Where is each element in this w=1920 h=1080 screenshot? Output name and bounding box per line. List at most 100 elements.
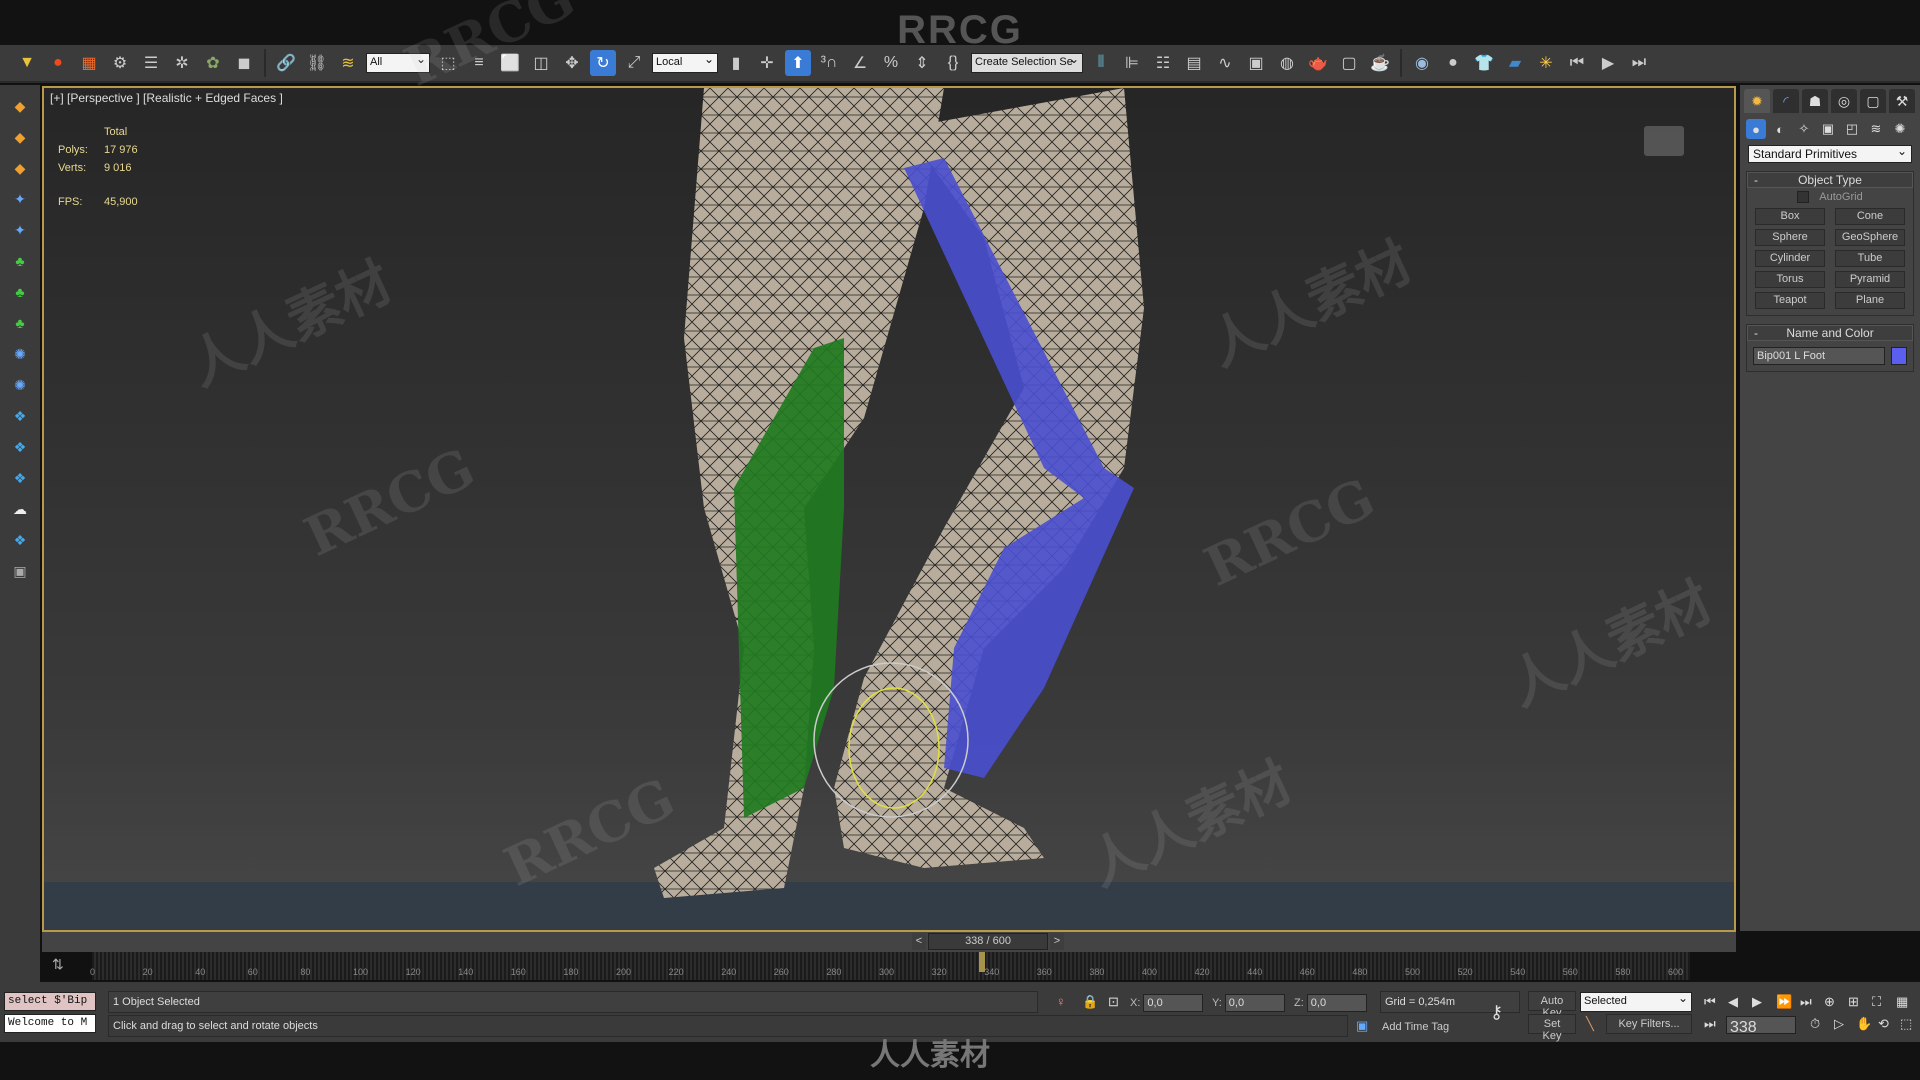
eraser-icon[interactable]: ▰ [1502,50,1528,76]
utilities-tab[interactable]: ⚒ [1889,89,1915,113]
helper-icon[interactable]: ❖ [8,467,32,489]
environment-icon[interactable]: ◉ [1409,50,1435,76]
helper-icon[interactable]: ❖ [8,405,32,427]
key-tangent-icon[interactable]: ╲ [1586,1016,1594,1032]
create-icon[interactable]: ◆ [8,126,32,148]
workspace-icon[interactable]: ▼ [14,50,40,76]
object-name-input[interactable]: Bip001 L Foot [1753,347,1885,365]
previous-frame-icon[interactable]: ◀ [1728,994,1738,1010]
scene-explorer-icon[interactable]: ▤ [1181,50,1207,76]
track-bar[interactable]: 0 20 40 60 80 100 120 140 160 180 200 220 240 260 280 3… [90,952,1690,980]
primitive-box-button[interactable]: Box [1755,208,1825,225]
primitive-sphere-button[interactable]: Sphere [1755,229,1825,246]
unlink-icon[interactable]: ⛓ [304,50,330,76]
spinner-snap-icon[interactable]: ⇕ [909,50,935,76]
next-frame-icon[interactable]: ⏩ [1776,994,1792,1010]
modify-tab[interactable]: ◜ [1773,89,1799,113]
primitive-torus-button[interactable]: Torus [1755,271,1825,288]
vdb-icon[interactable]: ✺ [8,374,32,396]
key-mode-dropdown[interactable]: Selected [1580,991,1692,1012]
play-icon[interactable]: ▶ [1752,994,1762,1010]
viewcube[interactable] [1644,126,1684,156]
create-icon[interactable]: ◆ [8,157,32,179]
geometry-icon[interactable]: ● [1746,119,1766,139]
rendered-frame-icon[interactable]: ▢ [1336,50,1362,76]
plant-icon[interactable]: ♣ [8,312,32,334]
play-icon[interactable]: ▶ [1595,50,1621,76]
perspective-viewport[interactable]: [+] [Perspective ] [Realistic + Edged Fa… [42,86,1736,932]
angle-snap-icon[interactable]: ∠ [847,50,873,76]
render-setup-icon[interactable]: 🫖 [1305,50,1331,76]
box-icon[interactable]: ◼ [231,50,257,76]
layer-icon[interactable]: ☷ [1150,50,1176,76]
sphere-icon[interactable]: ● [1440,50,1466,76]
rect-selection-icon[interactable]: ⬜ [497,50,523,76]
object-type-header[interactable]: - Object Type [1747,172,1913,188]
material-editor-icon[interactable]: ◍ [1274,50,1300,76]
vdb-icon[interactable]: ✺ [8,343,32,365]
zoom-extents-icon[interactable]: ⛶ [1872,994,1881,1010]
orbit-icon[interactable]: ⟲ [1878,1016,1889,1032]
key-filters-button[interactable]: Key Filters... [1606,1014,1692,1034]
list-icon[interactable]: ☰ [138,50,164,76]
set-key-button[interactable]: Set Key [1528,1014,1576,1042]
motion-tab[interactable]: ◎ [1831,89,1857,113]
autogrid-checkbox[interactable] [1797,191,1810,203]
select-object-icon[interactable]: ⬚ [435,50,461,76]
rotate-icon[interactable]: ↻ [590,50,616,76]
go-to-start-icon[interactable]: ⏮ [1704,994,1716,1010]
align-icon[interactable]: ⊫ [1119,50,1145,76]
cloud-icon[interactable]: ☁ [8,498,32,520]
time-config-icon[interactable]: ⏱ [1810,1016,1820,1032]
category-dropdown[interactable]: Standard Primitives [1748,144,1912,163]
brick-icon[interactable]: ▦ [76,50,102,76]
primitive-pyramid-button[interactable]: Pyramid [1835,271,1905,288]
keyboard-shortcut-icon[interactable]: ⬆ [785,50,811,76]
pan-icon[interactable]: ✋ [1856,1016,1872,1032]
primitive-teapot-button[interactable]: Teapot [1755,292,1825,309]
named-selection-dropdown[interactable]: Create Selection Se [971,52,1083,73]
maxscript-listener-line[interactable]: select $'Bip [4,992,96,1011]
viewport-label[interactable]: [+] [Perspective ] [Realistic + Edged Fa… [50,91,283,105]
particles-icon[interactable]: ✲ [169,50,195,76]
bone-icon[interactable]: ✦ [8,188,32,210]
key-mode-toggle-icon[interactable]: ⏭ [1704,1016,1716,1032]
primitive-tube-button[interactable]: Tube [1835,250,1905,267]
snap-3d-icon[interactable]: ³∩ [816,50,842,76]
selection-filter-dropdown[interactable]: All [366,52,430,73]
lock-icon[interactable]: 🔒 [1082,994,1098,1010]
create-tab[interactable]: ✹ [1744,89,1770,113]
cloth-icon[interactable]: 👕 [1471,50,1497,76]
helper-icon[interactable]: ❖ [8,529,32,551]
set-key-icon[interactable]: ⚷ [1490,1002,1503,1023]
time-tag-icon[interactable]: ▣ [1356,1018,1368,1034]
plant-icon[interactable]: ✿ [200,50,226,76]
time-prev-button[interactable]: < [912,933,926,950]
add-time-tag-button[interactable]: Add Time Tag [1378,1018,1478,1038]
spacewarps-icon[interactable]: ≋ [1866,119,1886,139]
object-color-swatch[interactable] [1891,347,1907,365]
step-forward-icon[interactable]: ⏭ [1626,50,1652,76]
primitive-cylinder-button[interactable]: Cylinder [1755,250,1825,267]
zoom-all-icon[interactable]: ⊞ [1848,994,1859,1010]
create-icon[interactable]: ◆ [8,95,32,117]
cameras-icon[interactable]: ▣ [1818,119,1838,139]
hierarchy-tab[interactable]: ☗ [1802,89,1828,113]
display-tab[interactable]: ▢ [1860,89,1886,113]
zoom-icon[interactable]: ⊕ [1824,994,1835,1010]
reference-coord-dropdown[interactable]: Local [652,52,718,73]
zoom-extents-all-icon[interactable]: ▦ [1896,994,1908,1010]
gear-icon[interactable]: ⚙ [107,50,133,76]
record-icon[interactable]: ● [45,50,71,76]
bind-space-warp-icon[interactable]: ≋ [335,50,361,76]
isolate-icon[interactable]: ♀ [1056,994,1066,1009]
helper-icon[interactable]: ❖ [8,436,32,458]
move-icon[interactable]: ✥ [559,50,585,76]
maximize-viewport-icon[interactable]: ⬚ [1900,1016,1912,1032]
absolute-mode-icon[interactable]: ⊡ [1108,994,1119,1010]
x-coord-input[interactable]: 0,0 [1143,994,1204,1012]
shapes-icon[interactable]: ◐ [1770,119,1790,139]
select-link-icon[interactable]: 🔗 [273,50,299,76]
percent-snap-icon[interactable]: % [878,50,904,76]
primitive-cone-button[interactable]: Cone [1835,208,1905,225]
